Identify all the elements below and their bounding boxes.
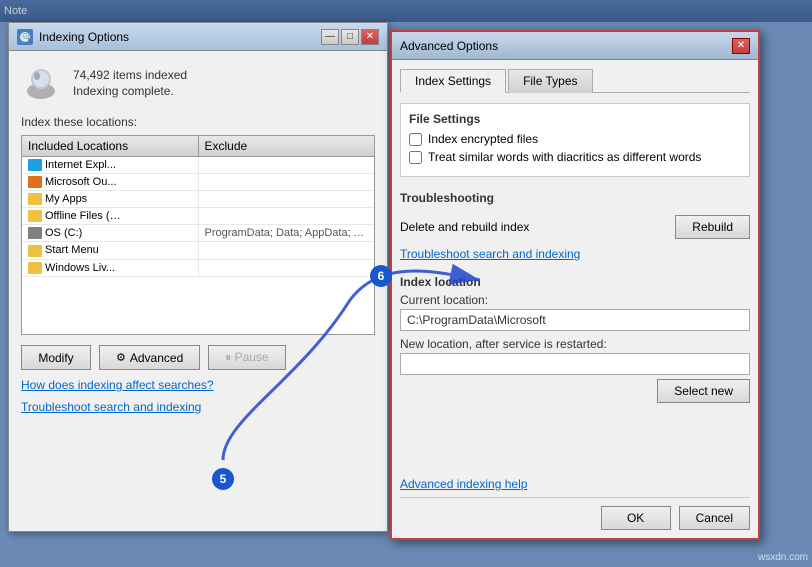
table-row[interactable]: My Apps bbox=[22, 191, 374, 208]
dialog-title: Advanced Options bbox=[400, 39, 498, 53]
taskbar-label: Note bbox=[4, 5, 27, 17]
troubleshoot-indexing-link-main[interactable]: Troubleshoot search and indexing bbox=[21, 400, 375, 414]
current-location-value: C:\ProgramData\Microsoft bbox=[400, 309, 750, 331]
new-location-input[interactable] bbox=[400, 353, 750, 375]
advanced-label: Advanced bbox=[130, 351, 183, 365]
status-message: Indexing complete. bbox=[73, 84, 187, 98]
file-settings-title: File Settings bbox=[409, 112, 741, 126]
troubleshoot-search-link[interactable]: Troubleshoot search and indexing bbox=[400, 247, 750, 261]
encrypted-checkbox[interactable] bbox=[409, 133, 422, 146]
table-row[interactable]: Internet Expl... bbox=[22, 157, 374, 174]
table-row[interactable]: Microsoft Ou... bbox=[22, 174, 374, 191]
diacritics-checkbox-row: Treat similar words with diacritics as d… bbox=[409, 150, 741, 164]
table-row[interactable]: Offline Files (… bbox=[22, 208, 374, 225]
taskbar: Note bbox=[0, 0, 812, 22]
file-settings-group: File Settings Index encrypted files Trea… bbox=[400, 103, 750, 177]
rebuild-row: Delete and rebuild index Rebuild bbox=[400, 211, 750, 243]
rebuild-button[interactable]: Rebuild bbox=[675, 215, 750, 239]
delete-rebuild-label: Delete and rebuild index bbox=[400, 220, 529, 234]
troubleshoot-section: Troubleshooting Delete and rebuild index… bbox=[400, 185, 750, 267]
indexing-window-title: Indexing Options bbox=[39, 30, 129, 44]
dialog-close-button[interactable]: ✕ bbox=[732, 38, 750, 54]
col-included: Included Locations bbox=[22, 136, 199, 156]
index-location-title: Index location bbox=[400, 275, 750, 289]
index-location-section: Index location Current location: C:\Prog… bbox=[400, 275, 750, 403]
svg-text:🔍: 🔍 bbox=[22, 32, 31, 42]
advanced-icon: ⚙ bbox=[116, 351, 126, 364]
cancel-button[interactable]: Cancel bbox=[679, 506, 750, 530]
diacritics-label: Treat similar words with diacritics as d… bbox=[428, 150, 701, 164]
table-row[interactable]: Start Menu bbox=[22, 242, 374, 259]
status-area: 74,492 items indexed Indexing complete. bbox=[21, 63, 375, 103]
action-buttons: Modify ⚙ Advanced ⏸ Pause bbox=[21, 345, 375, 370]
minimize-button[interactable]: — bbox=[321, 29, 339, 45]
troubleshoot-section-title: Troubleshooting bbox=[400, 191, 750, 205]
status-icon bbox=[21, 63, 61, 103]
maximize-button[interactable]: □ bbox=[341, 29, 359, 45]
table-row[interactable]: Windows Liv... bbox=[22, 260, 374, 277]
indexing-titlebar: 🔍 Indexing Options — □ ✕ bbox=[9, 23, 387, 51]
close-button[interactable]: ✕ bbox=[361, 29, 379, 45]
advanced-dialog: Advanced Options ✕ Index Settings File T… bbox=[390, 30, 760, 540]
step5-badge: 5 bbox=[212, 468, 234, 490]
tab-file-types[interactable]: File Types bbox=[508, 69, 592, 93]
table-header: Included Locations Exclude bbox=[22, 136, 374, 157]
encrypted-label: Index encrypted files bbox=[428, 132, 538, 146]
index-locations-label: Index these locations: bbox=[21, 115, 375, 129]
locations-table: Included Locations Exclude Internet Expl… bbox=[21, 135, 375, 335]
modify-button[interactable]: Modify bbox=[21, 345, 91, 370]
items-count: 74,492 items indexed bbox=[73, 68, 187, 82]
select-new-button[interactable]: Select new bbox=[657, 379, 750, 403]
locations-body: Internet Expl...Microsoft Ou...My AppsOf… bbox=[22, 157, 374, 277]
window-controls: — □ ✕ bbox=[321, 29, 379, 45]
current-location-label: Current location: bbox=[400, 293, 750, 307]
col-exclude: Exclude bbox=[199, 136, 375, 156]
tabs-row: Index Settings File Types bbox=[400, 68, 750, 93]
advanced-indexing-help-link[interactable]: Advanced indexing help bbox=[400, 477, 750, 491]
watermark: wsxdn.com bbox=[758, 552, 808, 563]
diacritics-checkbox[interactable] bbox=[409, 151, 422, 164]
select-new-btn-row: Select new bbox=[400, 379, 750, 403]
indexing-window-icon: 🔍 bbox=[17, 29, 33, 45]
dialog-buttons: OK Cancel bbox=[400, 497, 750, 530]
step6-badge: 6 bbox=[370, 265, 392, 287]
table-row[interactable]: OS (C:)ProgramData; Data; AppData; AppDa… bbox=[22, 225, 374, 242]
ok-button[interactable]: OK bbox=[601, 506, 671, 530]
indexing-window: 🔍 Indexing Options — □ ✕ 74,492 items in… bbox=[8, 22, 388, 532]
status-text-area: 74,492 items indexed Indexing complete. bbox=[73, 68, 187, 98]
advanced-button[interactable]: ⚙ Advanced bbox=[99, 345, 200, 370]
how-indexing-link[interactable]: How does indexing affect searches? bbox=[21, 378, 375, 392]
tab-index-settings[interactable]: Index Settings bbox=[400, 69, 506, 93]
encrypted-checkbox-row: Index encrypted files bbox=[409, 132, 741, 146]
new-location-label: New location, after service is restarted… bbox=[400, 337, 750, 351]
dialog-footer: Advanced indexing help OK Cancel bbox=[392, 477, 758, 530]
pause-button[interactable]: ⏸ Pause bbox=[208, 345, 285, 370]
dialog-titlebar: Advanced Options ✕ bbox=[392, 32, 758, 60]
